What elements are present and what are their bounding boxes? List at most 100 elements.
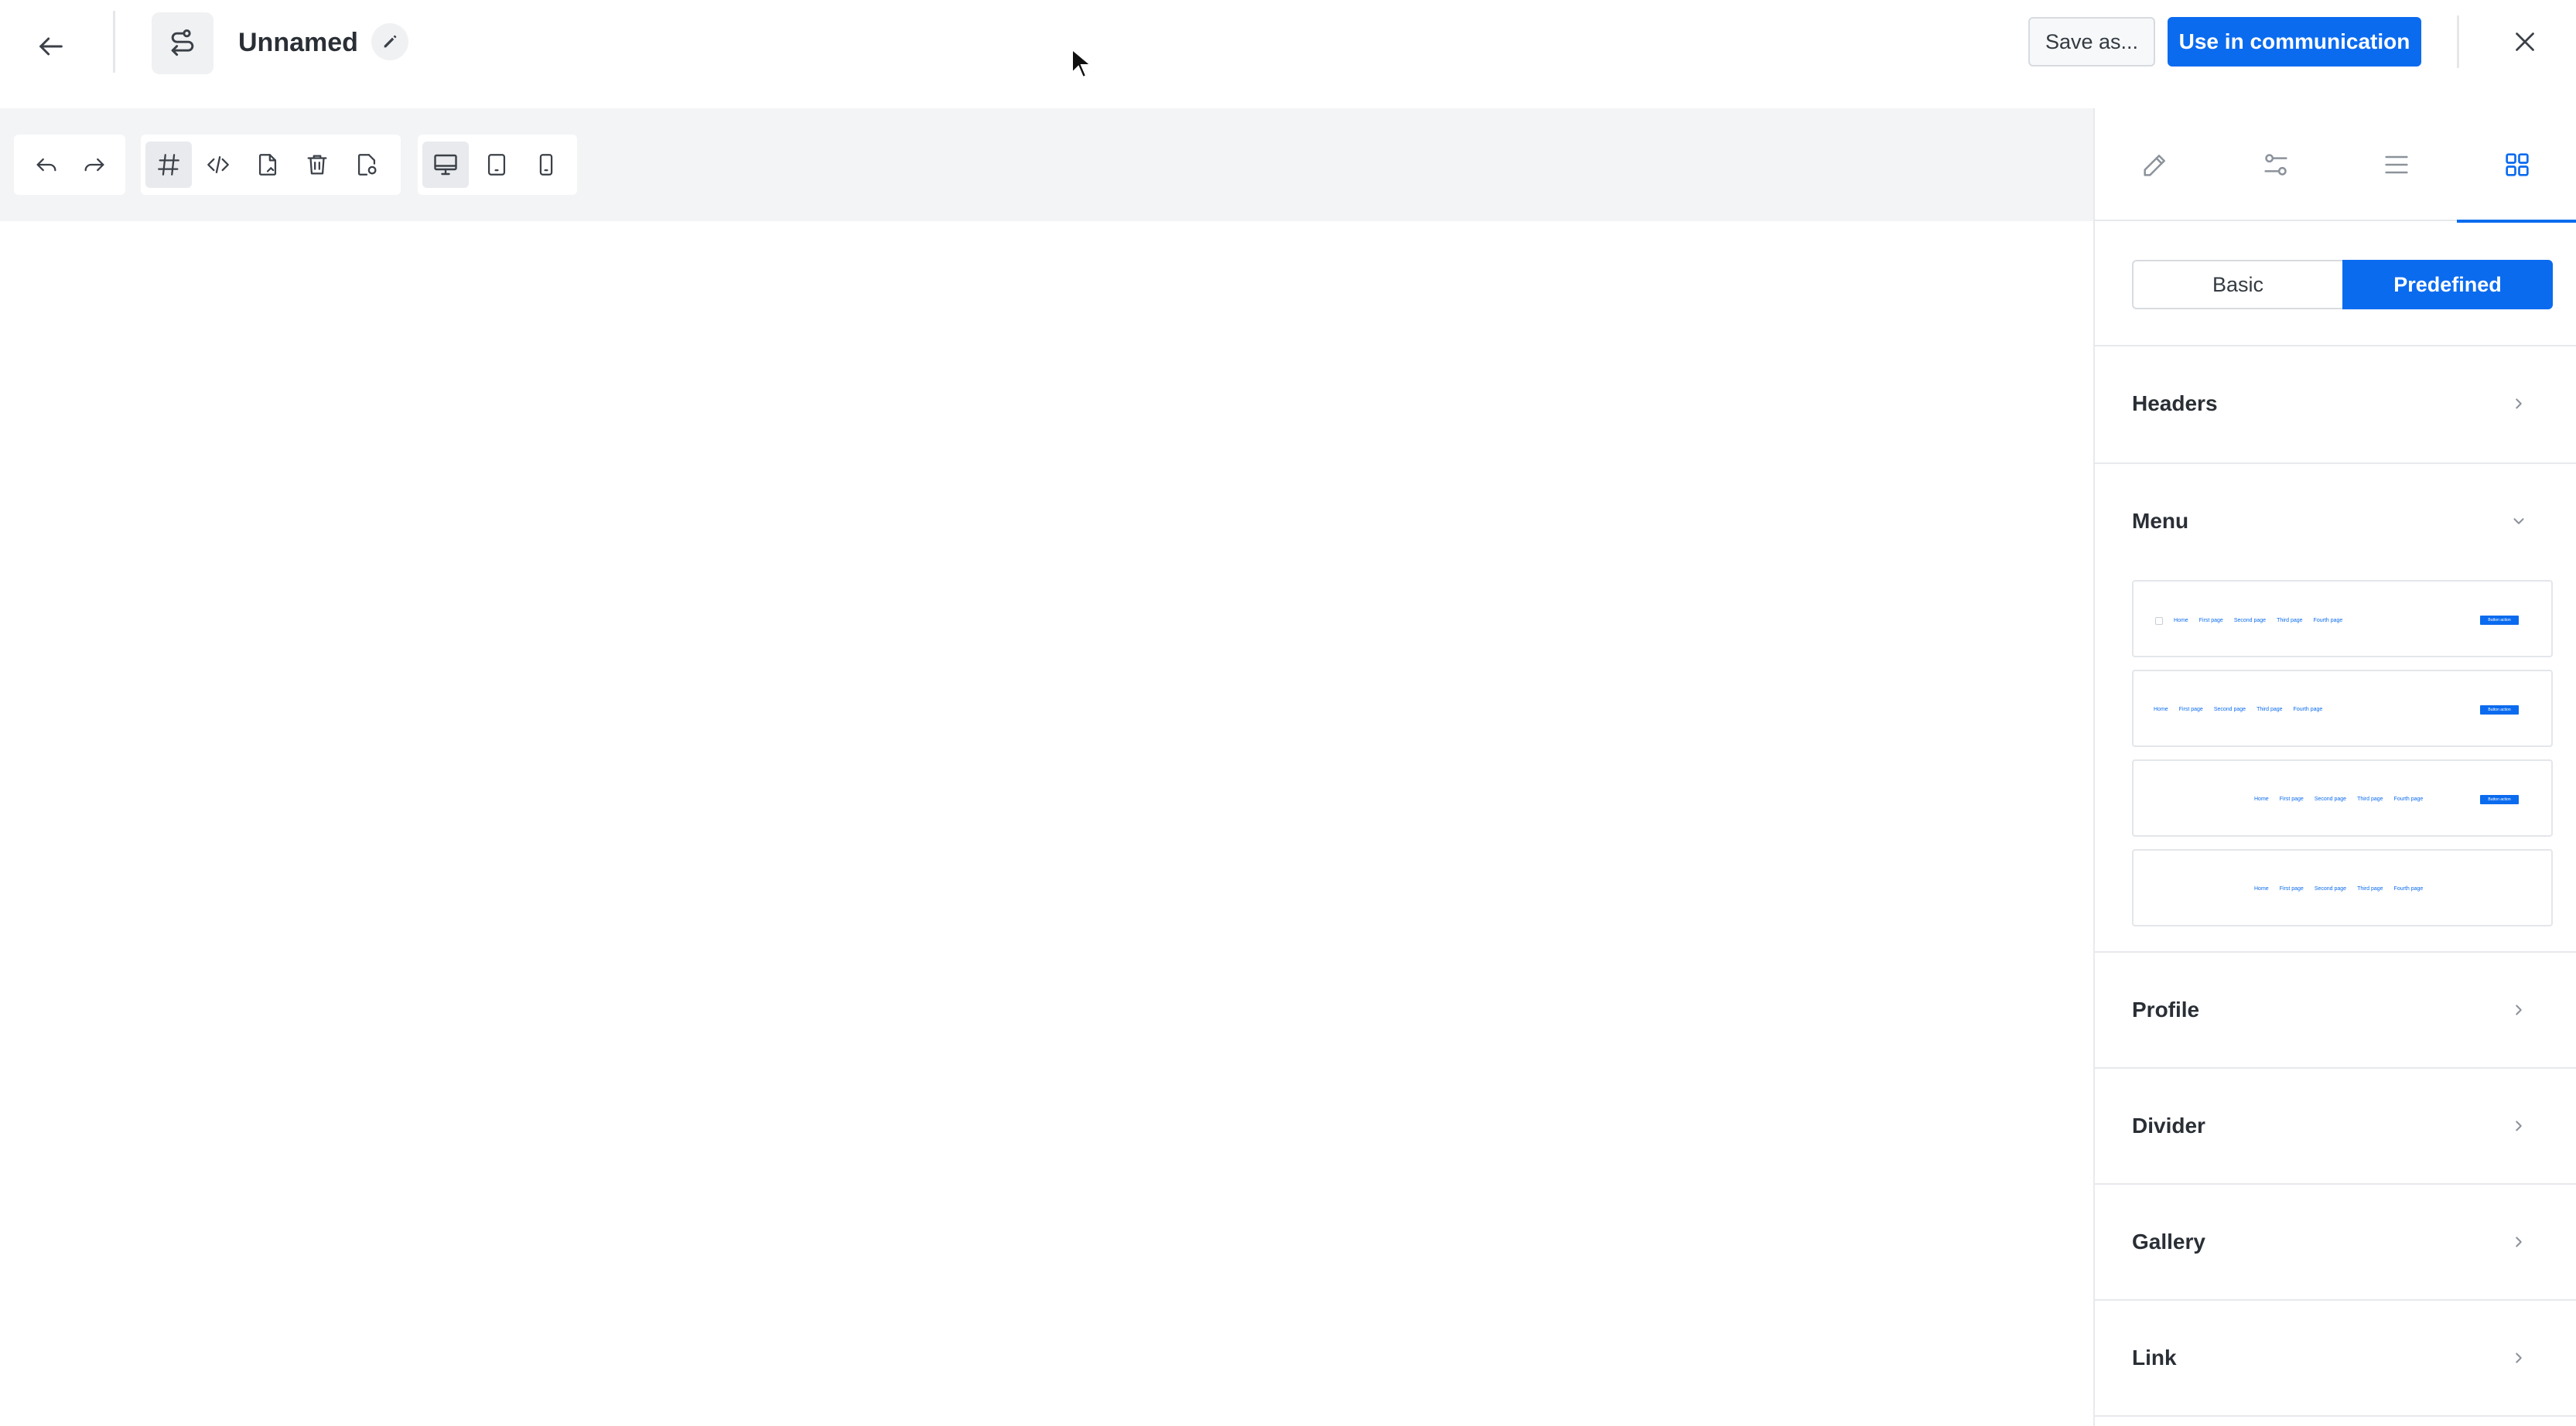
thumbnail-nav: Home First page Second page Third page F…: [2254, 886, 2423, 892]
grid-icon: [2506, 153, 2529, 176]
thumbnail-nav-item: Second page: [2213, 707, 2246, 712]
thumbnail-nav-item: Second page: [2314, 797, 2347, 802]
tab-edit[interactable]: [2095, 108, 2216, 221]
history-group: [14, 135, 125, 195]
tablet-preview-button[interactable]: [473, 142, 520, 188]
code-view-button[interactable]: [195, 142, 241, 188]
pencil-icon: [384, 35, 397, 48]
thumbnail-nav-item: Home: [2254, 886, 2269, 892]
mouse-cursor-icon: [1071, 48, 1092, 79]
undo-button[interactable]: [23, 142, 70, 188]
editor-canvas[interactable]: [0, 221, 2093, 1426]
thumbnail-nav-item: First page: [2198, 618, 2223, 623]
thumbnail-nav-item: Fourth page: [2393, 797, 2424, 802]
thumbnail-nav-item: First page: [2178, 707, 2203, 712]
tab-structure[interactable]: [2336, 108, 2457, 221]
thumbnail-nav-item: Third page: [2357, 886, 2383, 892]
thumbnail-cta: Button action: [2480, 705, 2519, 715]
thumbnail-nav-item: First page: [2279, 886, 2304, 892]
thumbnail-cta: Button action: [2480, 795, 2519, 804]
tools-group: [141, 135, 401, 195]
close-icon: [2516, 32, 2534, 51]
delete-button[interactable]: [294, 142, 340, 188]
document-settings-button[interactable]: [343, 142, 390, 188]
document-edit-button[interactable]: [244, 142, 291, 188]
thumbnail-nav: Home First page Second page Third page F…: [2155, 617, 2342, 625]
section-label: Gallery: [2132, 1230, 2205, 1254]
header-divider-right: [2457, 15, 2459, 68]
section-gallery[interactable]: Gallery: [2095, 1185, 2576, 1299]
desktop-preview-button[interactable]: [422, 142, 469, 188]
thumbnail-nav: Home First page Second page Third page F…: [2254, 797, 2423, 803]
mobile-icon: [539, 154, 553, 176]
chevron-down-icon: [2505, 507, 2533, 535]
right-panel: Basic Predefined Headers Menu Home First…: [2093, 108, 2576, 1426]
thumbnail-nav: Home First page Second page Third page F…: [2154, 707, 2322, 713]
thumbnail-nav-item: Third page: [2357, 797, 2383, 802]
close-button[interactable]: [2503, 20, 2547, 63]
menu-template-thumbnail[interactable]: Home First page Second page Third page F…: [2132, 849, 2553, 926]
section-label: Divider: [2132, 1114, 2205, 1138]
back-button[interactable]: [28, 23, 74, 70]
chevron-right-icon: [2505, 996, 2533, 1024]
predefined-blocks-button[interactable]: Predefined: [2342, 260, 2553, 309]
thumbnail-nav-item: Second page: [2314, 886, 2347, 892]
header-divider: [113, 11, 115, 73]
menu-template-thumbnail[interactable]: Home First page Second page Third page F…: [2132, 670, 2553, 747]
desktop-icon: [434, 154, 457, 176]
redo-icon: [84, 158, 104, 172]
section-menu[interactable]: Menu: [2095, 464, 2576, 578]
thumbnail-nav-item: Home: [2174, 618, 2188, 623]
thumbnail-nav-item: Fourth page: [2293, 707, 2323, 712]
trash-icon: [307, 155, 327, 175]
thumbnail-nav-item: Second page: [2233, 618, 2267, 623]
sliders-icon: [2264, 154, 2287, 176]
section-label: Link: [2132, 1346, 2177, 1370]
menu-template-thumbnail[interactable]: Home First page Second page Third page F…: [2132, 580, 2553, 657]
chevron-right-icon: [2505, 1228, 2533, 1256]
section-headers[interactable]: Headers: [2095, 346, 2576, 461]
thumbnail-cta: Button action: [2480, 616, 2519, 625]
menu-template-thumbnail[interactable]: Home First page Second page Third page F…: [2132, 759, 2553, 837]
list-icon: [2385, 155, 2408, 174]
chevron-right-icon: [2505, 1112, 2533, 1140]
section-label: Profile: [2132, 998, 2200, 1022]
document-settings-icon: [357, 154, 377, 176]
redo-button[interactable]: [71, 142, 118, 188]
device-preview-group: [418, 135, 577, 195]
basic-blocks-button[interactable]: Basic: [2132, 260, 2342, 309]
panel-tabs: [2095, 108, 2576, 223]
document-title: Unnamed: [238, 28, 358, 57]
section-profile[interactable]: Profile: [2095, 953, 2576, 1067]
section-link[interactable]: Link: [2095, 1301, 2576, 1415]
tablet-icon: [487, 154, 506, 176]
tab-settings[interactable]: [2216, 108, 2336, 221]
thumbnail-nav-item: Home: [2154, 707, 2168, 712]
top-bar: Unnamed Save as... Use in communication: [0, 0, 2576, 108]
section-label: Headers: [2132, 391, 2218, 415]
thumbnail-nav-item: Fourth page: [2313, 618, 2343, 623]
undo-icon: [36, 158, 56, 172]
code-icon: [207, 155, 229, 174]
panel-divider: [2095, 1415, 2576, 1417]
section-label: Menu: [2132, 509, 2189, 533]
thumbnail-nav-item: Home: [2254, 797, 2269, 802]
use-in-communication-button[interactable]: Use in communication: [2168, 17, 2421, 67]
block-type-toggle: Basic Predefined: [2132, 260, 2553, 309]
chevron-right-icon: [2505, 1344, 2533, 1372]
thumbnail-nav-item: Third page: [2257, 707, 2283, 712]
pencil-icon: [2144, 155, 2165, 176]
thumbnail-nav-item: Third page: [2277, 618, 2303, 623]
hash-icon: [158, 154, 179, 176]
section-divider[interactable]: Divider: [2095, 1069, 2576, 1183]
edit-title-button[interactable]: [371, 23, 408, 60]
flow-icon: [171, 29, 194, 56]
flow-type-button[interactable]: [152, 12, 214, 74]
merge-tags-button[interactable]: [145, 142, 192, 188]
tab-blocks[interactable]: [2457, 108, 2576, 223]
thumbnail-nav-item: Fourth page: [2393, 886, 2424, 892]
save-as-button[interactable]: Save as...: [2028, 17, 2155, 67]
thumbnail-nav-item: First page: [2279, 797, 2304, 802]
chevron-right-icon: [2505, 390, 2533, 418]
mobile-preview-button[interactable]: [523, 142, 569, 188]
